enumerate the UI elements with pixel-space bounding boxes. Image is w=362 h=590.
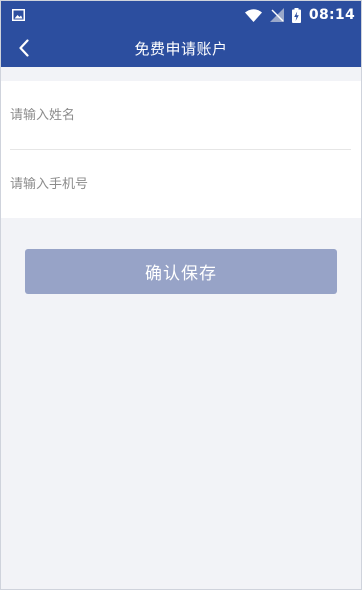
wifi-icon (244, 8, 262, 22)
registration-form (1, 81, 361, 218)
chevron-left-icon (18, 39, 30, 57)
status-time: 08:14 (308, 7, 355, 23)
status-left (12, 9, 245, 21)
battery-charging-icon (291, 7, 301, 23)
no-signal-icon (269, 8, 284, 22)
app-bar: 免费申请账户 (1, 29, 361, 67)
name-input[interactable] (10, 107, 352, 123)
phone-input[interactable] (10, 176, 352, 192)
top-spacer (1, 67, 361, 81)
phone-field-row (1, 150, 361, 218)
back-button[interactable] (7, 29, 41, 67)
name-field-row (1, 81, 361, 149)
status-bar: 08:14 (1, 1, 361, 29)
page-title: 免费申请账户 (134, 39, 228, 58)
app-screen: 08:14 免费申请账户 确认保存 (0, 0, 362, 590)
button-container: 确认保存 (1, 218, 361, 294)
status-right: 08:14 (244, 7, 355, 23)
confirm-save-button[interactable]: 确认保存 (25, 249, 337, 294)
image-icon (12, 9, 25, 21)
